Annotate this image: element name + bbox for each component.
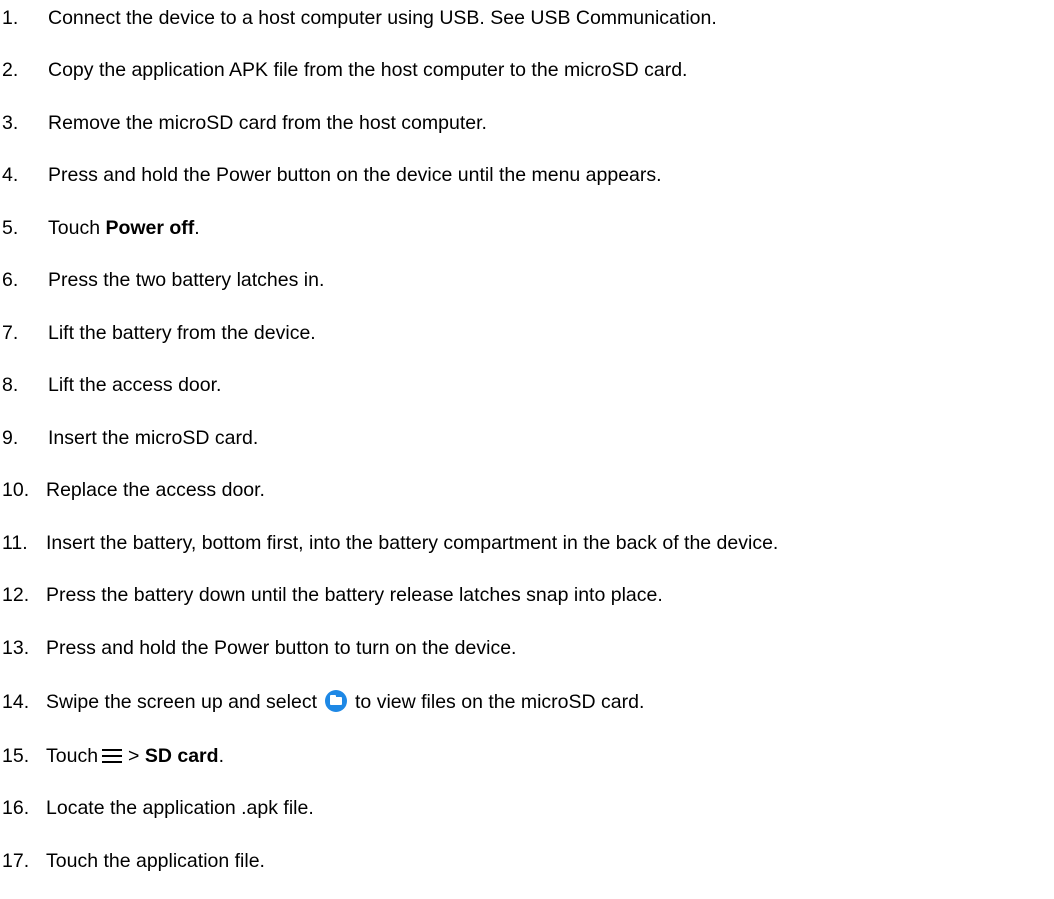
step-15: 15. Touch > SD card.	[0, 742, 224, 770]
step-3: 3. Remove the microSD card from the host …	[0, 109, 487, 137]
step-number: 1.	[2, 7, 19, 29]
step-4: 4. Press and hold the Power button on the…	[0, 161, 662, 189]
step-5: 5. Touch Power off.	[0, 214, 200, 242]
step-number: 13.	[2, 637, 30, 659]
step-text: Remove the microSD card from the host co…	[48, 112, 487, 134]
step-8: 8. Lift the access door.	[0, 371, 221, 399]
step-number: 4.	[2, 164, 19, 186]
step-text: Press and hold the Power button on the d…	[48, 164, 662, 186]
step-text: Replace the access door.	[46, 479, 265, 501]
step-text-suffix: to view files on the microSD card.	[355, 691, 645, 713]
step-text: Lift the access door.	[48, 374, 222, 396]
instruction-steps-list: 1. Connect the device to a host computer …	[0, 0, 1054, 899]
step-number: 8.	[2, 374, 19, 396]
step-17: 17. Touch the application file.	[0, 847, 265, 875]
step-11: 11. Insert the battery, bottom first, int…	[0, 529, 778, 557]
step-number: 6.	[2, 269, 19, 291]
step-text: Touch the application file.	[46, 850, 265, 872]
step-text: Press the battery down until the battery…	[46, 584, 663, 606]
step-number: 14.	[2, 691, 30, 713]
step-text: Copy the application APK file from the h…	[48, 59, 688, 81]
step-text: Press and hold the Power button to turn …	[46, 637, 517, 659]
step-text: Locate the application .apk file.	[46, 797, 314, 819]
step-10: 10. Replace the access door.	[0, 476, 265, 504]
step-text-suffix: .	[194, 217, 200, 239]
step-number: 10.	[2, 479, 30, 501]
step-text: Lift the battery from the device.	[48, 322, 316, 344]
step-number: 5.	[2, 217, 19, 239]
step-text-prefix: Touch	[48, 217, 106, 239]
step-number: 9.	[2, 427, 19, 449]
step-text: Insert the battery, bottom first, into t…	[46, 532, 779, 554]
step-12: 12. Press the battery down until the batt…	[0, 581, 663, 609]
step-number: 2.	[2, 59, 19, 81]
step-9: 9. Insert the microSD card.	[0, 424, 258, 452]
step-14: 14. Swipe the screen up and select to view…	[0, 688, 644, 716]
step-7: 7. Lift the battery from the device.	[0, 319, 316, 347]
step-text-prefix: Touch	[46, 745, 99, 767]
step-text: Insert the microSD card.	[48, 427, 259, 449]
step-text: Connect the device to a host computer us…	[48, 7, 717, 29]
step-number: 3.	[2, 112, 19, 134]
menu-icon	[102, 747, 123, 763]
breadcrumb-separator: >	[128, 745, 145, 767]
step-number: 12.	[2, 584, 30, 606]
step-number: 15.	[2, 745, 30, 767]
step-text: Press the two battery latches in.	[48, 269, 325, 291]
step-6: 6. Press the two battery latches in.	[0, 266, 324, 294]
step-16: 16. Locate the application .apk file.	[0, 794, 314, 822]
step-number: 17.	[2, 850, 30, 872]
step-1: 1. Connect the device to a host computer …	[0, 4, 717, 32]
folder-icon	[325, 690, 348, 712]
power-off-label: Power off	[105, 217, 195, 239]
step-2: 2. Copy the application APK file from the…	[0, 56, 687, 84]
step-text-prefix: Swipe the screen up and select	[46, 691, 318, 713]
step-number: 7.	[2, 322, 19, 344]
step-number: 16.	[2, 797, 30, 819]
step-number: 11.	[2, 532, 28, 554]
sd-card-label: SD card	[144, 745, 219, 767]
step-13: 13. Press and hold the Power button to tu…	[0, 634, 516, 662]
step-text-suffix: .	[218, 745, 224, 767]
